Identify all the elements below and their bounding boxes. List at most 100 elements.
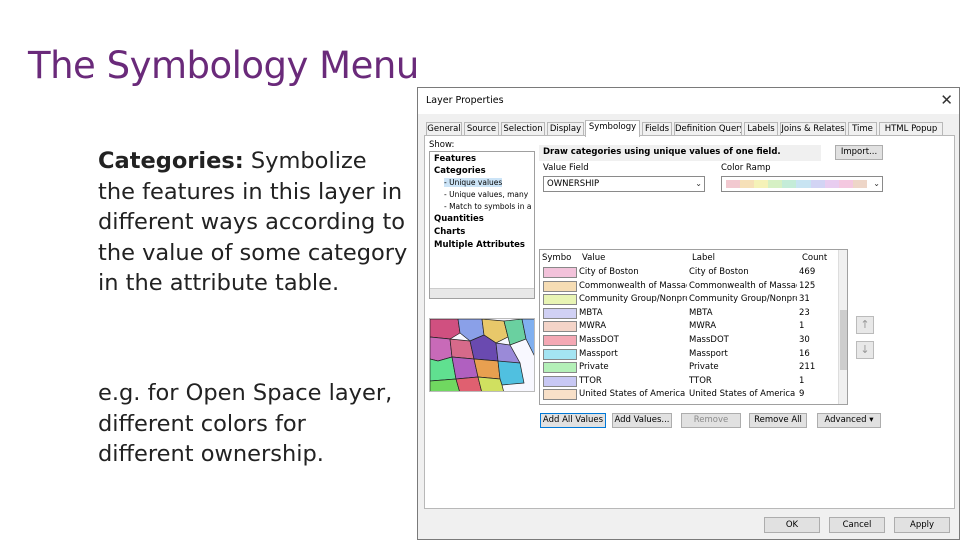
- symbol-swatch[interactable]: [543, 267, 577, 278]
- header-value[interactable]: Value: [582, 253, 605, 263]
- symbol-swatch[interactable]: [543, 294, 577, 306]
- close-icon[interactable]: ✕: [940, 91, 953, 109]
- value-field-dropdown[interactable]: OWNERSHIP ⌄: [543, 176, 705, 192]
- tree-item-quantities[interactable]: Quantities: [434, 214, 484, 224]
- tree-item-unique-values[interactable]: - Unique values: [444, 178, 503, 187]
- table-row[interactable]: Private Private 211: [540, 361, 840, 375]
- tree-horizontal-scrollbar[interactable]: [430, 288, 534, 298]
- symbol-swatch[interactable]: [543, 321, 577, 333]
- tab-labels[interactable]: Labels: [744, 122, 778, 136]
- grid-vertical-scrollbar[interactable]: [838, 250, 847, 404]
- symbol-swatch[interactable]: [543, 375, 577, 387]
- value-field-selected: OWNERSHIP: [547, 179, 600, 189]
- cell-count: 31: [799, 294, 810, 305]
- ramp-swatch: [838, 180, 853, 188]
- tab-selection[interactable]: Selection: [501, 122, 545, 136]
- arrow-down-icon: ↓: [860, 343, 870, 356]
- tab-joins-relates[interactable]: Joins & Relates: [780, 122, 846, 136]
- chevron-down-icon: ⌄: [695, 179, 702, 188]
- categories-term: Categories:: [98, 148, 244, 174]
- tab-definition-query[interactable]: Definition Query: [674, 122, 742, 136]
- move-up-button[interactable]: ↑: [856, 316, 874, 334]
- symbol-swatch[interactable]: [543, 335, 577, 346]
- tree-item-charts[interactable]: Charts: [434, 227, 465, 237]
- ramp-swatch: [796, 180, 811, 188]
- ramp-swatch: [754, 180, 769, 188]
- slide-title: The Symbology Menu: [28, 44, 419, 87]
- color-ramp-preview: [726, 180, 867, 188]
- cell-count: 125: [799, 280, 816, 291]
- remove-all-button[interactable]: Remove All: [749, 413, 807, 428]
- chevron-down-icon: ⌄: [873, 179, 880, 188]
- table-row[interactable]: TTOR TTOR 1: [540, 375, 840, 389]
- ramp-swatch: [726, 180, 741, 188]
- ramp-swatch: [782, 180, 797, 188]
- cell-count: 30: [799, 335, 810, 345]
- grid-header: Symbo Value Label Count: [540, 250, 847, 265]
- table-row[interactable]: City of Boston City of Boston 469: [540, 266, 840, 280]
- cell-value: MassDOT: [579, 335, 619, 345]
- table-row[interactable]: MWRA MWRA 1: [540, 320, 840, 334]
- cell-count: 9: [799, 389, 805, 400]
- ramp-swatch: [824, 180, 839, 188]
- cell-value: MWRA: [579, 321, 607, 332]
- show-label: Show:: [429, 140, 455, 150]
- table-row[interactable]: MBTA MBTA 23: [540, 307, 840, 321]
- symbol-swatch[interactable]: [543, 348, 577, 360]
- add-values-button[interactable]: Add Values...: [612, 413, 672, 428]
- header-count[interactable]: Count: [802, 253, 827, 263]
- cell-label: TTOR: [689, 375, 712, 386]
- cell-label: City of Boston: [689, 267, 749, 277]
- arrow-up-icon: ↑: [860, 318, 870, 331]
- cell-value: TTOR: [579, 375, 602, 386]
- cell-label: Commonwealth of Massachu...: [689, 280, 797, 291]
- scrollbar-thumb[interactable]: [840, 310, 847, 370]
- tree-item-unique-values-many[interactable]: - Unique values, many: [444, 190, 528, 199]
- table-row[interactable]: Commonwealth of Massach...Commonwealth o…: [540, 280, 840, 294]
- color-ramp-dropdown[interactable]: ⌄: [721, 176, 883, 192]
- remove-button[interactable]: Remove: [681, 413, 741, 428]
- cell-count: 23: [799, 307, 810, 318]
- tab-html-popup[interactable]: HTML Popup: [879, 122, 943, 136]
- tab-source[interactable]: Source: [464, 122, 499, 136]
- symbol-swatch[interactable]: [543, 280, 577, 292]
- header-label[interactable]: Label: [692, 253, 715, 263]
- cell-count: 211: [799, 362, 816, 373]
- header-symbol[interactable]: Symbo: [542, 253, 571, 263]
- symbol-swatch[interactable]: [543, 362, 577, 374]
- map-preview-image: [429, 318, 535, 392]
- table-row[interactable]: United States of America United States of…: [540, 388, 840, 402]
- cell-value: Community Group/Nonprofit: [579, 294, 687, 305]
- symbology-panel: Show: Features Categories - Unique value…: [424, 135, 955, 509]
- ok-button[interactable]: OK: [764, 517, 820, 533]
- unique-values-grid: Symbo Value Label Count City of Boston Ci…: [539, 249, 848, 405]
- cancel-button[interactable]: Cancel: [829, 517, 885, 533]
- layer-properties-dialog: Layer Properties ✕ General Source Select…: [417, 87, 960, 540]
- table-row[interactable]: Community Group/NonprofitCommunity Group…: [540, 293, 840, 307]
- tree-item-categories[interactable]: Categories: [434, 166, 486, 176]
- tab-time[interactable]: Time: [848, 122, 877, 136]
- advanced-button[interactable]: Advanced ▾: [817, 413, 881, 428]
- tree-item-match-to-symbols[interactable]: - Match to symbols in a: [444, 202, 531, 211]
- tab-fields[interactable]: Fields: [642, 122, 672, 136]
- add-all-values-button[interactable]: Add All Values: [540, 413, 606, 428]
- cell-label: United States of America: [689, 389, 796, 400]
- tab-symbology[interactable]: Symbology: [585, 120, 640, 137]
- import-button[interactable]: Import...: [835, 145, 883, 160]
- color-ramp-label: Color Ramp: [721, 163, 771, 173]
- apply-button[interactable]: Apply: [894, 517, 950, 533]
- cell-value: City of Boston: [579, 267, 639, 277]
- symbol-swatch[interactable]: [543, 389, 577, 401]
- tab-display[interactable]: Display: [547, 122, 584, 136]
- table-row[interactable]: Massport Massport 16: [540, 348, 840, 362]
- symbology-description: Draw categories using unique values of o…: [539, 145, 821, 161]
- table-row[interactable]: MassDOT MassDOT 30: [540, 334, 840, 348]
- ramp-swatch: [768, 180, 783, 188]
- cell-label: MassDOT: [689, 335, 729, 345]
- tab-general[interactable]: General: [426, 122, 462, 136]
- move-down-button[interactable]: ↓: [856, 341, 874, 359]
- symbol-swatch[interactable]: [543, 307, 577, 319]
- tree-item-features[interactable]: Features: [434, 154, 476, 164]
- cell-value: United States of America: [579, 389, 686, 400]
- tree-item-multiple-attributes[interactable]: Multiple Attributes: [434, 240, 525, 250]
